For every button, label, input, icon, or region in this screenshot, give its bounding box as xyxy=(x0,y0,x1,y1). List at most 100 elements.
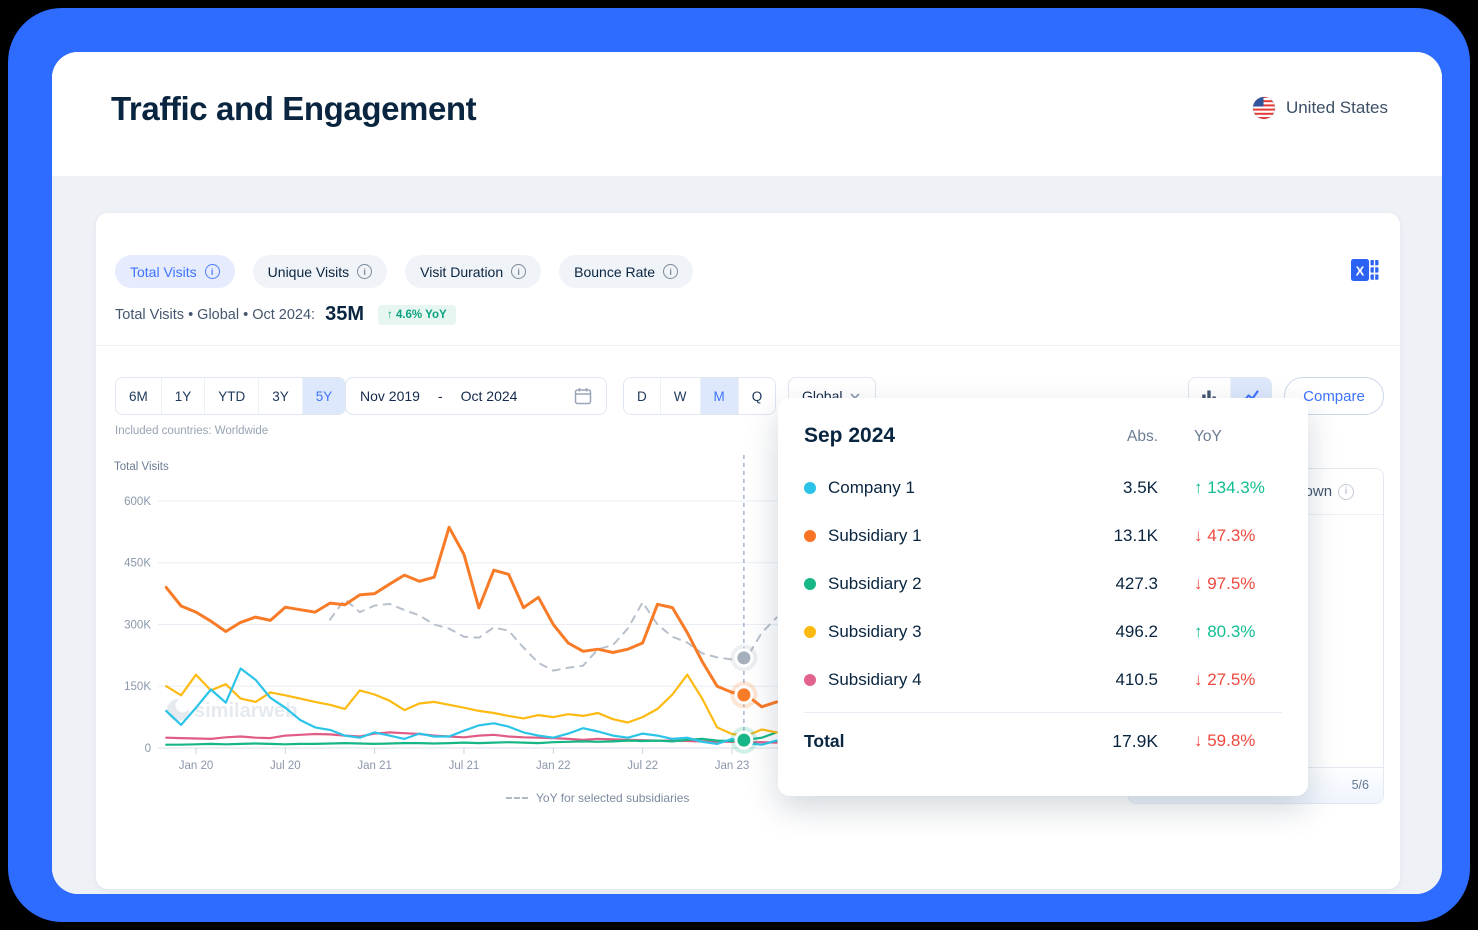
marker-dot xyxy=(737,688,750,701)
metric-tab-visit-duration[interactable]: Visit Duration xyxy=(405,255,541,288)
tooltip-row-subsidiary-2: Subsidiary 2427.3↓ 97.5% xyxy=(804,560,1282,608)
yoy-value: ↓ 47.3% xyxy=(1158,526,1255,546)
y-tick-label: 150K xyxy=(124,681,151,693)
marker-dot xyxy=(737,734,750,747)
series-label: Subsidiary 4 xyxy=(828,670,922,690)
tooltip-divider xyxy=(804,712,1282,713)
series-color-dot xyxy=(804,578,816,590)
abs-value: 496.2 xyxy=(1115,622,1158,642)
metric-tab-total-visits[interactable]: Total Visits xyxy=(115,255,235,288)
pagination-label: 5/6 xyxy=(1352,778,1369,792)
country-label: United States xyxy=(1286,98,1388,118)
abs-value: 17.9K xyxy=(1112,731,1158,752)
x-tick-label: Jul 22 xyxy=(627,760,658,772)
series-color-dot xyxy=(804,530,816,542)
metric-tab-label: Total Visits xyxy=(130,264,197,280)
export-excel-button[interactable]: X xyxy=(1350,257,1380,285)
x-tick-label: Jan 21 xyxy=(357,760,392,772)
page-header: Traffic and Engagement xyxy=(52,52,1442,176)
tooltip-row-company-1: Company 13.5K↑ 134.3% xyxy=(804,464,1282,512)
y-tick-label: 450K xyxy=(124,558,151,570)
section-divider xyxy=(96,345,1400,346)
range-ytd[interactable]: YTD xyxy=(204,378,258,414)
date-from: Nov 2019 xyxy=(360,388,420,404)
y-axis-title: Total Visits xyxy=(114,461,169,473)
yoy-column-header: YoY xyxy=(1158,424,1222,446)
series-label: Subsidiary 2 xyxy=(828,574,922,594)
excel-icon: X xyxy=(1351,257,1379,283)
info-icon[interactable] xyxy=(511,264,526,279)
range-6m[interactable]: 6M xyxy=(116,378,161,414)
range-5y[interactable]: 5Y xyxy=(302,378,346,414)
calendar-icon xyxy=(574,387,592,405)
tooltip-row-subsidiary-1: Subsidiary 1 13.1K↓ 47.3% xyxy=(804,512,1282,560)
tooltip-series-name: Company 1 xyxy=(804,478,1062,498)
x-tick-label: Jan 22 xyxy=(536,760,571,772)
info-icon[interactable] xyxy=(357,264,372,279)
metric-tab-unique-visits[interactable]: Unique Visits xyxy=(253,255,387,288)
abs-value: 13.1K xyxy=(1114,526,1158,546)
tooltip-title: Sep 2024 xyxy=(804,424,1062,448)
info-icon[interactable] xyxy=(1338,484,1354,500)
series-color-dot xyxy=(804,482,816,494)
tooltip-rows: Company 13.5K↑ 134.3%Subsidiary 113.1K↓ … xyxy=(804,464,1282,704)
tooltip-series-name: Subsidiary 2 xyxy=(804,574,1062,594)
summary-value: 35M xyxy=(325,303,364,326)
app-window: Traffic and Engagement xyxy=(52,52,1442,894)
page-title: Traffic and Engagement xyxy=(111,90,476,128)
date-separator: - xyxy=(438,388,443,404)
yoy-value: ↑ 80.3% xyxy=(1158,622,1255,642)
series-label: Company 1 xyxy=(828,478,915,498)
us-flag-icon xyxy=(1252,96,1276,120)
metric-tab-label: Bounce Rate xyxy=(574,264,655,280)
abs-column-header: Abs. xyxy=(1127,424,1158,446)
granularity-w[interactable]: W xyxy=(660,378,700,414)
date-range-picker[interactable]: Nov 2019 - Oct 2024 xyxy=(345,377,607,415)
series-label: Subsidiary 3 xyxy=(828,622,922,642)
range-1y[interactable]: 1Y xyxy=(161,378,205,414)
svg-text:X: X xyxy=(1356,264,1365,279)
granularity-group: DWMQ xyxy=(623,377,776,415)
x-tick-label: Jul 21 xyxy=(449,760,480,772)
abs-value: 3.5K xyxy=(1123,478,1158,498)
tooltip-total-row: Total17.9K↓ 59.8% xyxy=(804,719,1282,763)
range-3y[interactable]: 3Y xyxy=(258,378,302,414)
hover-marker xyxy=(730,727,757,754)
watermark-logo-notch xyxy=(176,699,190,713)
included-countries-note: Included countries: Worldwide xyxy=(115,425,268,437)
metric-tab-bounce-rate[interactable]: Bounce Rate xyxy=(559,255,693,288)
marker-dot xyxy=(737,651,750,664)
metric-tab-label: Visit Duration xyxy=(420,264,503,280)
y-tick-label: 600K xyxy=(124,496,151,508)
x-tick-label: Jan 20 xyxy=(179,760,214,772)
hover-marker xyxy=(730,644,757,671)
dashed-line-swatch xyxy=(506,797,528,799)
series-color-dot xyxy=(804,626,816,638)
date-to: Oct 2024 xyxy=(461,388,518,404)
x-tick-label: Jan 23 xyxy=(715,760,750,772)
chart-tooltip: Sep 2024 Abs. YoY Company 13.5K↑ 134.3%S… xyxy=(778,398,1308,796)
abs-value: 427.3 xyxy=(1115,574,1158,594)
series-label: Total xyxy=(804,731,845,752)
info-icon[interactable] xyxy=(205,264,220,279)
abs-value: 410.5 xyxy=(1115,670,1158,690)
summary-label: Total Visits • Global • Oct 2024: xyxy=(115,307,315,323)
granularity-m[interactable]: M xyxy=(700,378,738,414)
info-icon[interactable] xyxy=(663,264,678,279)
tooltip-row-subsidiary-3: Subsidiary 3 496.2↑ 80.3% xyxy=(804,608,1282,656)
tooltip-series-name: Subsidiary 1 xyxy=(804,526,1062,546)
y-tick-label: 300K xyxy=(124,619,151,631)
tooltip-series-name: Subsidiary 4 xyxy=(804,670,1062,690)
yoy-value: ↓ 27.5% xyxy=(1158,670,1255,690)
series-label: Subsidiary 1 xyxy=(828,526,922,546)
metric-summary: Total Visits • Global • Oct 2024: 35M ↑ … xyxy=(115,303,456,326)
series-line-subsidiary-1 xyxy=(166,527,776,707)
granularity-d[interactable]: D xyxy=(624,378,660,414)
time-range-group: 6M1YYTD3Y5Y xyxy=(115,377,346,415)
country-selector[interactable]: United States xyxy=(1252,96,1388,120)
yoy-badge: ↑ 4.6% YoY xyxy=(378,305,456,325)
y-tick-label: 0 xyxy=(145,743,151,755)
tooltip-series-name: Total xyxy=(804,731,1062,752)
watermark-text: similarweb xyxy=(194,700,297,722)
granularity-q[interactable]: Q xyxy=(738,378,776,414)
